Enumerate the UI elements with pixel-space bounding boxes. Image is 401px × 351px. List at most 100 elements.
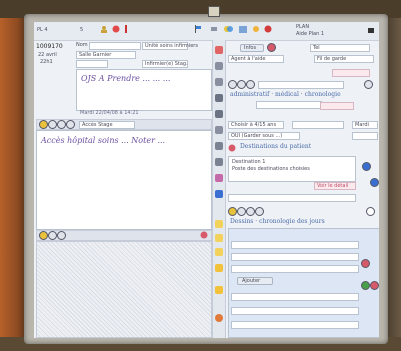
sidebar-refresh-icon[interactable] [215, 314, 223, 322]
icon-sidebar [212, 40, 226, 338]
calendar-icon[interactable] [239, 25, 247, 33]
s3-red-icon[interactable] [361, 259, 370, 268]
sidebar-folder-icon[interactable] [215, 264, 223, 272]
rgb-button[interactable] [267, 43, 276, 52]
note-mid-toolbar: Accès Stage [36, 119, 212, 130]
user-icon[interactable] [100, 25, 108, 33]
dest-blue2-icon[interactable] [370, 178, 379, 187]
heart-icon[interactable] [228, 144, 236, 152]
service-field[interactable]: Unité soins infirmiers [142, 42, 198, 50]
dest-link[interactable]: Voir le détail [314, 182, 356, 190]
s3-field-2[interactable] [231, 253, 359, 261]
agent-dropdown[interactable]: Agent à l'aide [228, 55, 284, 63]
drawing-next-icon[interactable] [57, 231, 66, 240]
sidebar-pen-icon[interactable] [215, 94, 223, 102]
patient-number: 1009170 [36, 43, 63, 50]
section1-title: administratif · médical · chronologie [230, 91, 341, 98]
time-chip[interactable] [352, 132, 378, 140]
header-title: PLAN [296, 24, 310, 30]
note-next-icon[interactable] [57, 120, 66, 129]
sidebar-paint-icon[interactable] [215, 174, 223, 182]
stop-icon[interactable] [264, 25, 272, 33]
note-mid[interactable]: Accès hôpital soins ... Noter ... [36, 130, 212, 230]
tab-infos[interactable]: Infos [240, 44, 264, 52]
date-chip[interactable]: Mardi [352, 121, 378, 129]
section1-b-icon[interactable] [237, 80, 246, 89]
sidebar-tool-icon[interactable] [215, 78, 223, 86]
s3-field-5[interactable] [231, 307, 359, 315]
alert-icon[interactable] [112, 25, 120, 33]
tel-field[interactable]: Tél [310, 44, 370, 52]
sidebar-doc-icon[interactable] [215, 126, 223, 134]
patient-time: 22h1 [40, 59, 53, 65]
section1-toolbar [228, 79, 376, 89]
sidebar-alert-icon[interactable] [215, 46, 223, 54]
stage-field[interactable]: Infirmier(e) Stag. [142, 60, 188, 68]
s3-add-button[interactable]: Ajouter [237, 277, 273, 285]
rgb-icon[interactable] [224, 25, 233, 34]
pink-field-1[interactable] [332, 69, 370, 77]
section2-header: Destinations du patient [228, 143, 378, 153]
drawing-toolbar [36, 230, 212, 241]
patient-id-header: PL 4 [37, 27, 48, 33]
section1-a-icon[interactable] [228, 80, 237, 89]
note-play-icon[interactable] [66, 120, 75, 129]
section1-toggle-icon[interactable] [364, 80, 373, 89]
sidebar-brush-icon[interactable] [215, 110, 223, 118]
select-a[interactable] [292, 121, 344, 129]
top-toolbar: PL 4 5 PLAN Aide Plan 1 [34, 22, 379, 41]
note-back-icon[interactable] [48, 120, 57, 129]
drawing-alert-icon[interactable] [200, 231, 208, 239]
patient-date: 22 avril [38, 52, 57, 58]
sidebar-text-icon[interactable] [215, 158, 223, 166]
s3-field-6[interactable] [231, 321, 359, 329]
destinations-list[interactable]: Destination 1 Poste des destinations cho… [228, 156, 356, 182]
sidebar-note-yellow2-icon[interactable] [215, 234, 223, 242]
s3-field-1[interactable] [231, 241, 359, 249]
section3-b-icon[interactable] [237, 207, 246, 216]
section3-gear-icon[interactable] [366, 207, 375, 216]
pill-field[interactable]: OUI (Garder sous ...) [228, 132, 300, 140]
pin-icon[interactable] [122, 25, 130, 33]
section2-input[interactable] [228, 194, 356, 202]
flag-icon[interactable] [194, 25, 202, 33]
garde-dropdown[interactable]: Fil de garde [314, 55, 374, 63]
sidebar-note-yellow-icon[interactable] [215, 220, 223, 228]
dest-blue-icon[interactable] [362, 162, 371, 171]
section2-title: Destinations du patient [240, 143, 312, 150]
nom-label: Nom [76, 42, 88, 48]
screen: PL 4 5 PLAN Aide Plan 1 1009170 22 avril… [34, 22, 379, 338]
section3-user-icon[interactable] [228, 207, 237, 216]
sidebar-note-icon[interactable] [215, 142, 223, 150]
drawing-user-icon[interactable] [39, 231, 48, 240]
webcam-icon [208, 6, 220, 17]
section1-field[interactable] [258, 81, 344, 89]
chip-age[interactable]: Choisir à 4/15 ans [228, 121, 284, 129]
nom-field[interactable] [89, 42, 141, 50]
s3-green-icon[interactable] [361, 281, 370, 290]
section1-c-icon[interactable] [246, 80, 255, 89]
sidebar-folder2-icon[interactable] [215, 286, 223, 294]
lock-icon[interactable] [368, 25, 374, 33]
note-user-icon[interactable] [39, 120, 48, 129]
section3-toolbar [228, 206, 378, 216]
sidebar-image-icon[interactable] [215, 190, 223, 198]
note-stage-dropdown[interactable]: Accès Stage [79, 121, 135, 129]
drawing-area[interactable] [36, 241, 212, 338]
sidebar-edit-icon[interactable] [215, 62, 223, 70]
secteur-field[interactable] [76, 60, 108, 68]
drawing-back-icon[interactable] [48, 231, 57, 240]
pink-field-2[interactable] [320, 102, 354, 110]
s3-field-4[interactable] [231, 293, 359, 301]
sidebar-note-yellow3-icon[interactable] [215, 248, 223, 256]
s3-red2-icon[interactable] [370, 281, 379, 290]
note-top[interactable]: OJS A Prendre ... ... ... [76, 69, 212, 111]
sun-icon[interactable] [252, 25, 260, 33]
section1-input[interactable] [256, 101, 322, 109]
header-count: 5 [80, 27, 84, 33]
lieu-field[interactable]: Salle Garnier [76, 51, 136, 59]
print-icon[interactable] [210, 25, 218, 33]
section3-d-icon[interactable] [255, 207, 264, 216]
section3-c-icon[interactable] [246, 207, 255, 216]
s3-field-3[interactable] [231, 265, 359, 273]
